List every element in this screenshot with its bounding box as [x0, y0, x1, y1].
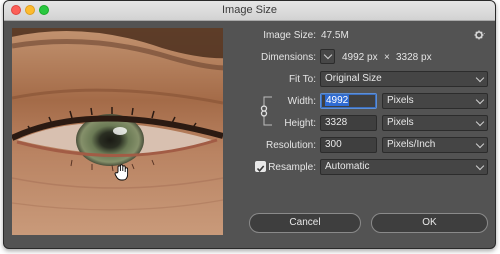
image-size-label: Image Size:: [263, 30, 316, 41]
title-bar: Image Size: [4, 1, 495, 21]
cancel-button[interactable]: Cancel: [249, 213, 361, 233]
dimensions-label: Dimensions:: [260, 52, 316, 63]
ok-button[interactable]: OK: [371, 213, 488, 233]
chevron-down-icon: [475, 73, 485, 83]
height-input[interactable]: 3328: [320, 115, 377, 131]
window-title: Image Size: [221, 4, 278, 16]
chevron-down-icon: [323, 50, 333, 60]
dimensions-width-value: 4992 px: [342, 52, 378, 63]
dimensions-times: ×: [384, 52, 390, 63]
resample-method-select[interactable]: Automatic: [320, 159, 488, 175]
checkmark-icon: [256, 165, 265, 173]
width-unit-select[interactable]: Pixels: [382, 93, 488, 109]
fit-to-select[interactable]: Original Size: [320, 71, 488, 87]
resample-checkbox[interactable]: [255, 161, 266, 173]
width-unit-value: Pixels: [387, 95, 414, 106]
chevron-down-icon: [475, 161, 485, 171]
hand-cursor-icon: [114, 164, 129, 181]
resolution-unit-value: Pixels/Inch: [387, 139, 436, 150]
resolution-unit-select[interactable]: Pixels/Inch: [382, 137, 488, 153]
height-unit-value: Pixels: [387, 117, 414, 128]
width-value: 4992: [325, 95, 350, 106]
height-label: Height:: [284, 118, 316, 129]
height-value: 3328: [325, 117, 348, 128]
dimensions-unit-dropdown[interactable]: [320, 49, 335, 64]
resample-method-value: Automatic: [325, 161, 370, 172]
image-preview[interactable]: [12, 28, 223, 235]
dimensions-height-value: 3328 px: [396, 52, 432, 63]
resolution-label: Resolution:: [265, 140, 316, 151]
resolution-value: 300: [325, 139, 342, 150]
resample-label: Resample:: [268, 162, 316, 173]
image-size-dialog: Image Size Image Size: 47.5M Dimensions:…: [3, 0, 496, 249]
height-unit-select[interactable]: Pixels: [382, 115, 488, 131]
fit-to-label: Fit To:: [288, 74, 316, 85]
chain-link-icon[interactable]: [259, 94, 273, 128]
chevron-down-icon: [475, 139, 485, 149]
image-size-value: 47.5M: [321, 30, 349, 41]
resolution-input[interactable]: 300: [320, 137, 377, 153]
width-input[interactable]: 4992: [320, 93, 377, 109]
eye-photo: [12, 28, 223, 235]
chevron-down-icon: [475, 95, 485, 105]
fit-to-value: Original Size: [325, 73, 382, 84]
gear-icon[interactable]: [474, 29, 486, 41]
chevron-down-icon: [475, 117, 485, 127]
width-label: Width:: [287, 96, 316, 107]
